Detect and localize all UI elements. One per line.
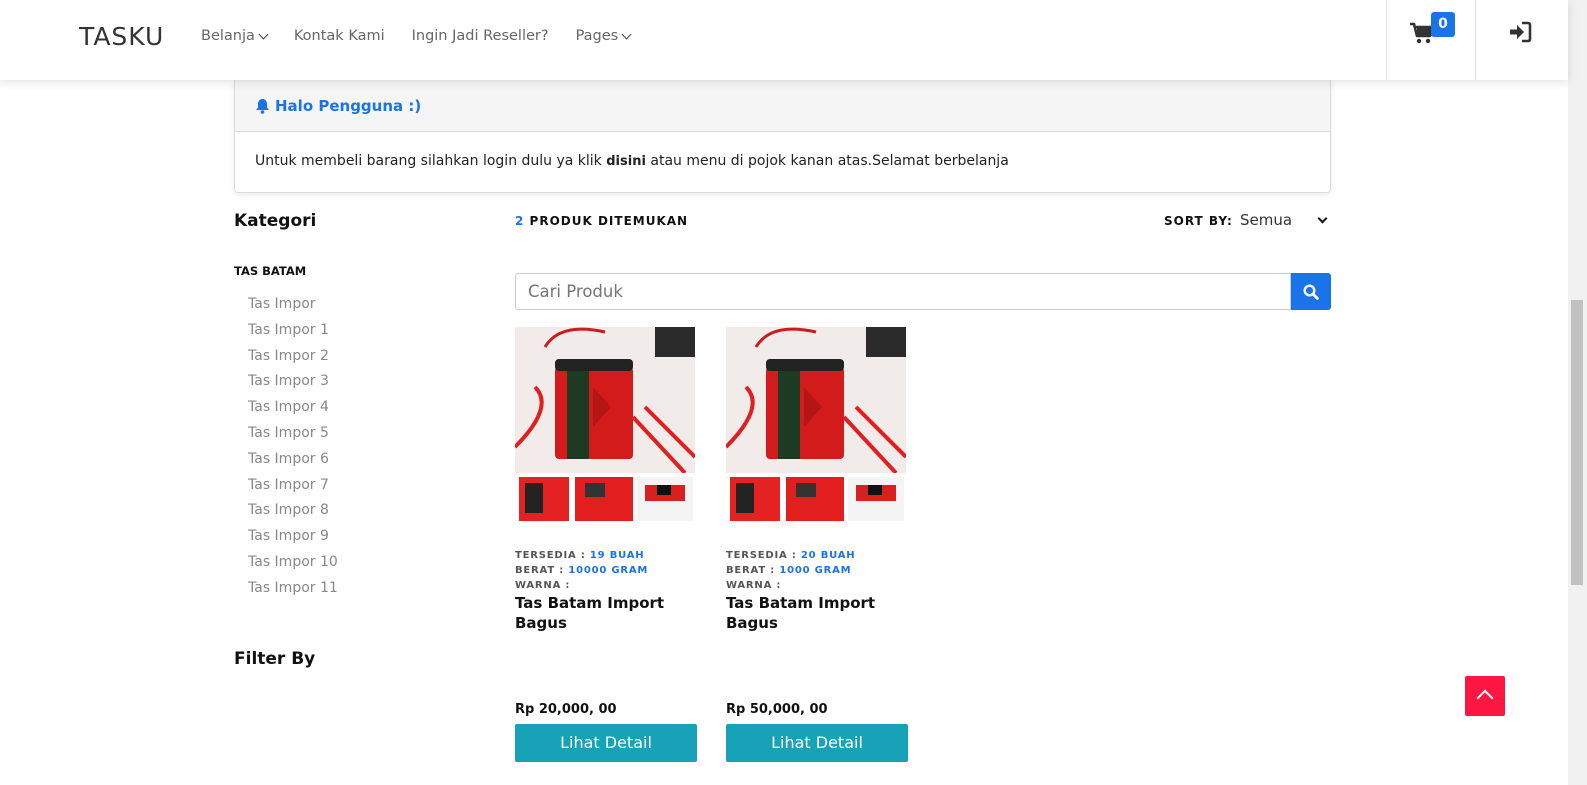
product-card: TERSEDIA : 20 BUAH BERAT : 1000 GRAM WAR… <box>724 327 908 762</box>
category-item[interactable]: Tas Impor 2 <box>248 348 338 374</box>
notice-text-before: Untuk membeli barang silahkan login dulu… <box>255 153 607 169</box>
filter-heading: Filter By <box>234 649 316 669</box>
color-row: WARNA : <box>515 578 648 593</box>
view-detail-button[interactable]: Lihat Detail <box>515 724 697 762</box>
product-image[interactable] <box>724 327 908 523</box>
stock-row: TERSEDIA : 20 BUAH <box>726 548 855 563</box>
results-number: 2 <box>515 214 525 228</box>
top-navbar: TASKU Belanja Kontak Kami Ingin Jadi Res… <box>0 0 1568 80</box>
product-price: Rp 20,000, 00 <box>515 702 617 717</box>
nav-item-label: Belanja <box>201 28 255 44</box>
weight-value: 10000 GRAM <box>568 565 649 576</box>
chevron-down-icon <box>258 29 269 39</box>
weight-row: BERAT : 10000 GRAM <box>515 563 648 578</box>
category-item[interactable]: Tas Impor 7 <box>248 477 338 503</box>
weight-row: BERAT : 1000 GRAM <box>726 563 855 578</box>
notice-body: Untuk membeli barang silahkan login dulu… <box>235 132 1330 190</box>
results-label: PRODUK DITEMUKAN <box>524 214 689 228</box>
color-label: WARNA : <box>726 580 782 591</box>
category-group-label[interactable]: TAS BATAM <box>234 264 306 278</box>
color-row: WARNA : <box>726 578 855 593</box>
search-icon <box>1303 284 1319 300</box>
product-card: TERSEDIA : 19 BUAH BERAT : 10000 GRAM WA… <box>513 327 697 762</box>
nav-item-kontak-kami[interactable]: Kontak Kami <box>294 28 385 44</box>
main-nav: Belanja Kontak Kami Ingin Jadi Reseller?… <box>201 28 657 44</box>
category-heading: Kategori <box>234 211 317 231</box>
scrollbar-thumb[interactable] <box>1571 300 1583 585</box>
category-item[interactable]: Tas Impor 3 <box>248 373 338 399</box>
notice-text-after: atau menu di pojok kanan atas.Selamat be… <box>645 153 1009 169</box>
weight-label: BERAT : <box>726 565 780 576</box>
nav-item-belanja[interactable]: Belanja <box>201 28 269 44</box>
product-price: Rp 50,000, 00 <box>726 702 828 717</box>
view-detail-button[interactable]: Lihat Detail <box>726 724 908 762</box>
category-item[interactable]: Tas Impor 8 <box>248 502 338 528</box>
nav-item-pages[interactable]: Pages <box>575 28 632 44</box>
nav-item-reseller[interactable]: Ingin Jadi Reseller? <box>412 28 549 44</box>
sort-select[interactable]: Semua <box>1240 211 1330 229</box>
scroll-to-top-button[interactable] <box>1465 676 1505 716</box>
product-image[interactable] <box>513 327 697 523</box>
sort-value: Semua <box>1240 211 1293 229</box>
product-meta: TERSEDIA : 20 BUAH BERAT : 1000 GRAM WAR… <box>726 548 855 593</box>
stock-row: TERSEDIA : 19 BUAH <box>515 548 648 563</box>
weight-value: 1000 GRAM <box>779 565 852 576</box>
category-list: Tas Impor Tas Impor 1 Tas Impor 2 Tas Im… <box>248 296 338 606</box>
notice-header: Halo Pengguna :) <box>235 80 1330 132</box>
sort-label: SORT BY: <box>1164 214 1233 228</box>
category-item[interactable]: Tas Impor 1 <box>248 322 338 348</box>
brand-logo[interactable]: TASKU <box>79 22 164 51</box>
nav-item-label: Ingin Jadi Reseller? <box>411 28 549 44</box>
stock-value: 20 BUAH <box>800 550 856 561</box>
category-item[interactable]: Tas Impor 6 <box>248 451 338 477</box>
category-item[interactable]: Tas Impor 9 <box>248 528 338 554</box>
notice-title: Halo Pengguna :) <box>275 96 422 115</box>
category-item[interactable]: Tas Impor 5 <box>248 425 338 451</box>
category-item[interactable]: Tas Impor 4 <box>248 399 338 425</box>
category-item[interactable]: Tas Impor <box>248 296 338 322</box>
category-item[interactable]: Tas Impor 10 <box>248 554 338 580</box>
nav-item-label: Kontak Kami <box>293 28 385 44</box>
search-input[interactable] <box>515 273 1291 310</box>
stock-label: TERSEDIA : <box>515 550 590 561</box>
bell-icon <box>256 98 269 114</box>
product-name[interactable]: Tas Batam Import Bagus <box>726 593 896 633</box>
login-notice-card: Halo Pengguna :) Untuk membeli barang si… <box>234 80 1331 193</box>
chevron-down-icon <box>1317 213 1328 223</box>
color-label: WARNA : <box>515 580 571 591</box>
chevron-down-icon <box>621 29 632 39</box>
nav-item-label: Pages <box>575 28 619 44</box>
login-link[interactable]: disini <box>606 154 646 169</box>
product-meta: TERSEDIA : 19 BUAH BERAT : 10000 GRAM WA… <box>515 548 648 593</box>
search-button[interactable] <box>1291 273 1331 310</box>
cart-button[interactable]: 0 <box>1386 0 1476 80</box>
results-count: 2 PRODUK DITEMUKAN <box>515 214 688 228</box>
chevron-up-icon <box>1476 689 1494 707</box>
cart-count-badge: 0 <box>1431 12 1455 37</box>
weight-label: BERAT : <box>515 565 569 576</box>
stock-value: 19 BUAH <box>589 550 645 561</box>
category-item[interactable]: Tas Impor 11 <box>248 580 338 606</box>
product-name[interactable]: Tas Batam Import Bagus <box>515 593 685 633</box>
login-icon[interactable] <box>1508 21 1532 43</box>
stock-label: TERSEDIA : <box>726 550 801 561</box>
